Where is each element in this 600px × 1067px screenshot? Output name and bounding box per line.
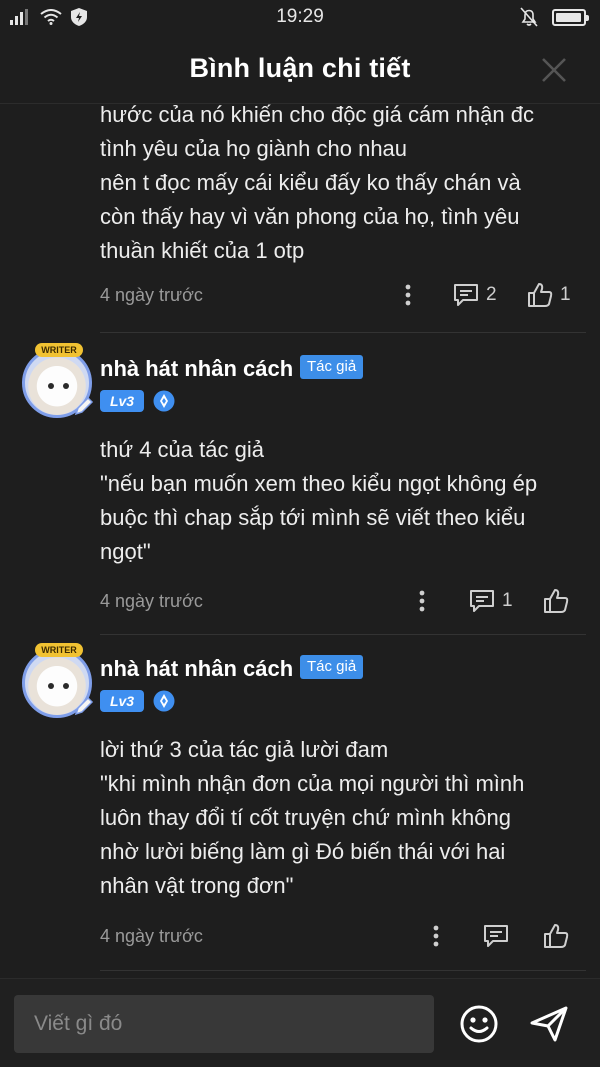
battery-icon	[552, 8, 589, 26]
header: Bình luận chi tiết	[0, 34, 600, 104]
battery-level	[556, 12, 581, 22]
reply-count: 1	[502, 590, 513, 611]
signal-icon	[10, 9, 28, 25]
comment-line: còn thấy hay vì văn phong của họ, tình y…	[100, 204, 520, 229]
comment-meta: 4 ngày trước 1	[100, 586, 580, 616]
thumbs-up-icon	[544, 589, 569, 613]
diamond-badge-icon	[153, 390, 175, 412]
comment-line: thuần khiết của 1 otp	[100, 238, 305, 263]
comment-line: nhân vật trong đơn"	[100, 873, 294, 898]
wifi-icon	[40, 9, 62, 25]
bell-off-icon	[520, 7, 538, 27]
comment-body: thứ 4 của tác giả "nếu bạn muốn xem theo…	[100, 433, 537, 569]
avatar-eye	[48, 683, 54, 689]
comment-icon	[470, 590, 494, 612]
send-icon[interactable]	[528, 1003, 570, 1045]
author-badge: Tác giả	[300, 355, 364, 379]
comment-list[interactable]: hước của nó khiến cho độc giá cám nhận đ…	[0, 104, 600, 977]
pen-icon	[74, 396, 94, 416]
status-bar: 19:29	[0, 0, 600, 34]
avatar-eye	[63, 383, 69, 389]
more-vertical-icon[interactable]	[404, 283, 412, 307]
comment-line: hước của nó khiến cho độc giá cám nhận đ…	[100, 104, 534, 127]
avatar-eye	[48, 383, 54, 389]
avatar-badge: WRITER	[35, 343, 83, 357]
shield-icon	[71, 8, 87, 26]
comment-line: "nếu bạn muốn xem theo kiểu ngọt không é…	[100, 471, 538, 496]
pen-icon	[74, 696, 94, 716]
reply-button[interactable]	[482, 923, 516, 949]
comment-icon	[454, 284, 478, 306]
comment-line: tình yêu của họ giành cho nhau	[100, 136, 408, 161]
username[interactable]: nhà hát nhân cách	[100, 656, 293, 682]
like-button[interactable]	[542, 923, 576, 949]
comment-line: nhờ lười biếng làm gì Đó biến thái với h…	[100, 839, 506, 864]
reply-count: 2	[486, 284, 497, 305]
comment-time: 4 ngày trước	[100, 284, 203, 305]
avatar[interactable]: WRITER	[22, 343, 94, 418]
avatar[interactable]: WRITER	[22, 643, 94, 718]
divider	[100, 634, 586, 635]
comment-meta: 4 ngày trước	[100, 921, 580, 951]
like-count: 1	[560, 284, 571, 305]
thumbs-up-icon	[544, 924, 569, 948]
divider	[100, 970, 586, 971]
comment-line: lời thứ 3 của tác giả lười đam	[100, 737, 389, 762]
close-icon[interactable]	[540, 56, 568, 84]
level-badge: Lv3	[100, 390, 144, 412]
comment-composer	[0, 978, 600, 1067]
more-vertical-icon[interactable]	[418, 589, 426, 613]
comment-line: nên t đọc mấy cái kiểu đấy ko thấy chán …	[100, 170, 521, 195]
comment-line: thứ 4 của tác giả	[100, 437, 264, 462]
avatar-eye	[63, 683, 69, 689]
reply-button[interactable]: 1	[468, 588, 513, 614]
comment-input[interactable]	[14, 995, 434, 1053]
status-time: 19:29	[276, 6, 324, 27]
comment-icon	[484, 925, 508, 947]
author-badge: Tác giả	[300, 655, 364, 679]
smiley-icon[interactable]	[458, 1003, 500, 1045]
like-button[interactable]: 1	[526, 282, 571, 308]
comment-line: ngọt"	[100, 539, 151, 564]
divider	[100, 332, 586, 333]
username[interactable]: nhà hát nhân cách	[100, 356, 293, 382]
diamond-badge-icon	[153, 690, 175, 712]
more-vertical-icon[interactable]	[432, 924, 440, 948]
thumbs-up-icon	[528, 283, 553, 307]
reply-button[interactable]: 2	[452, 282, 497, 308]
comment-line: "khi mình nhận đơn của mọi người thì mìn…	[100, 771, 525, 796]
comment-meta: 4 ngày trước 2 1	[100, 280, 580, 310]
comment-body: hước của nó khiến cho độc giá cám nhận đ…	[100, 104, 534, 268]
comment-body: lời thứ 3 của tác giả lười đam "khi mình…	[100, 733, 524, 903]
like-button[interactable]	[542, 588, 576, 614]
comment-line: buộc thì chap sắp tới mình sẽ viết theo …	[100, 505, 526, 530]
page-title: Bình luận chi tiết	[189, 53, 411, 83]
avatar-badge: WRITER	[35, 643, 83, 657]
level-badge: Lv3	[100, 690, 144, 712]
comment-line: luôn thay đổi tí cốt truyện chứ mình khô…	[100, 805, 511, 830]
